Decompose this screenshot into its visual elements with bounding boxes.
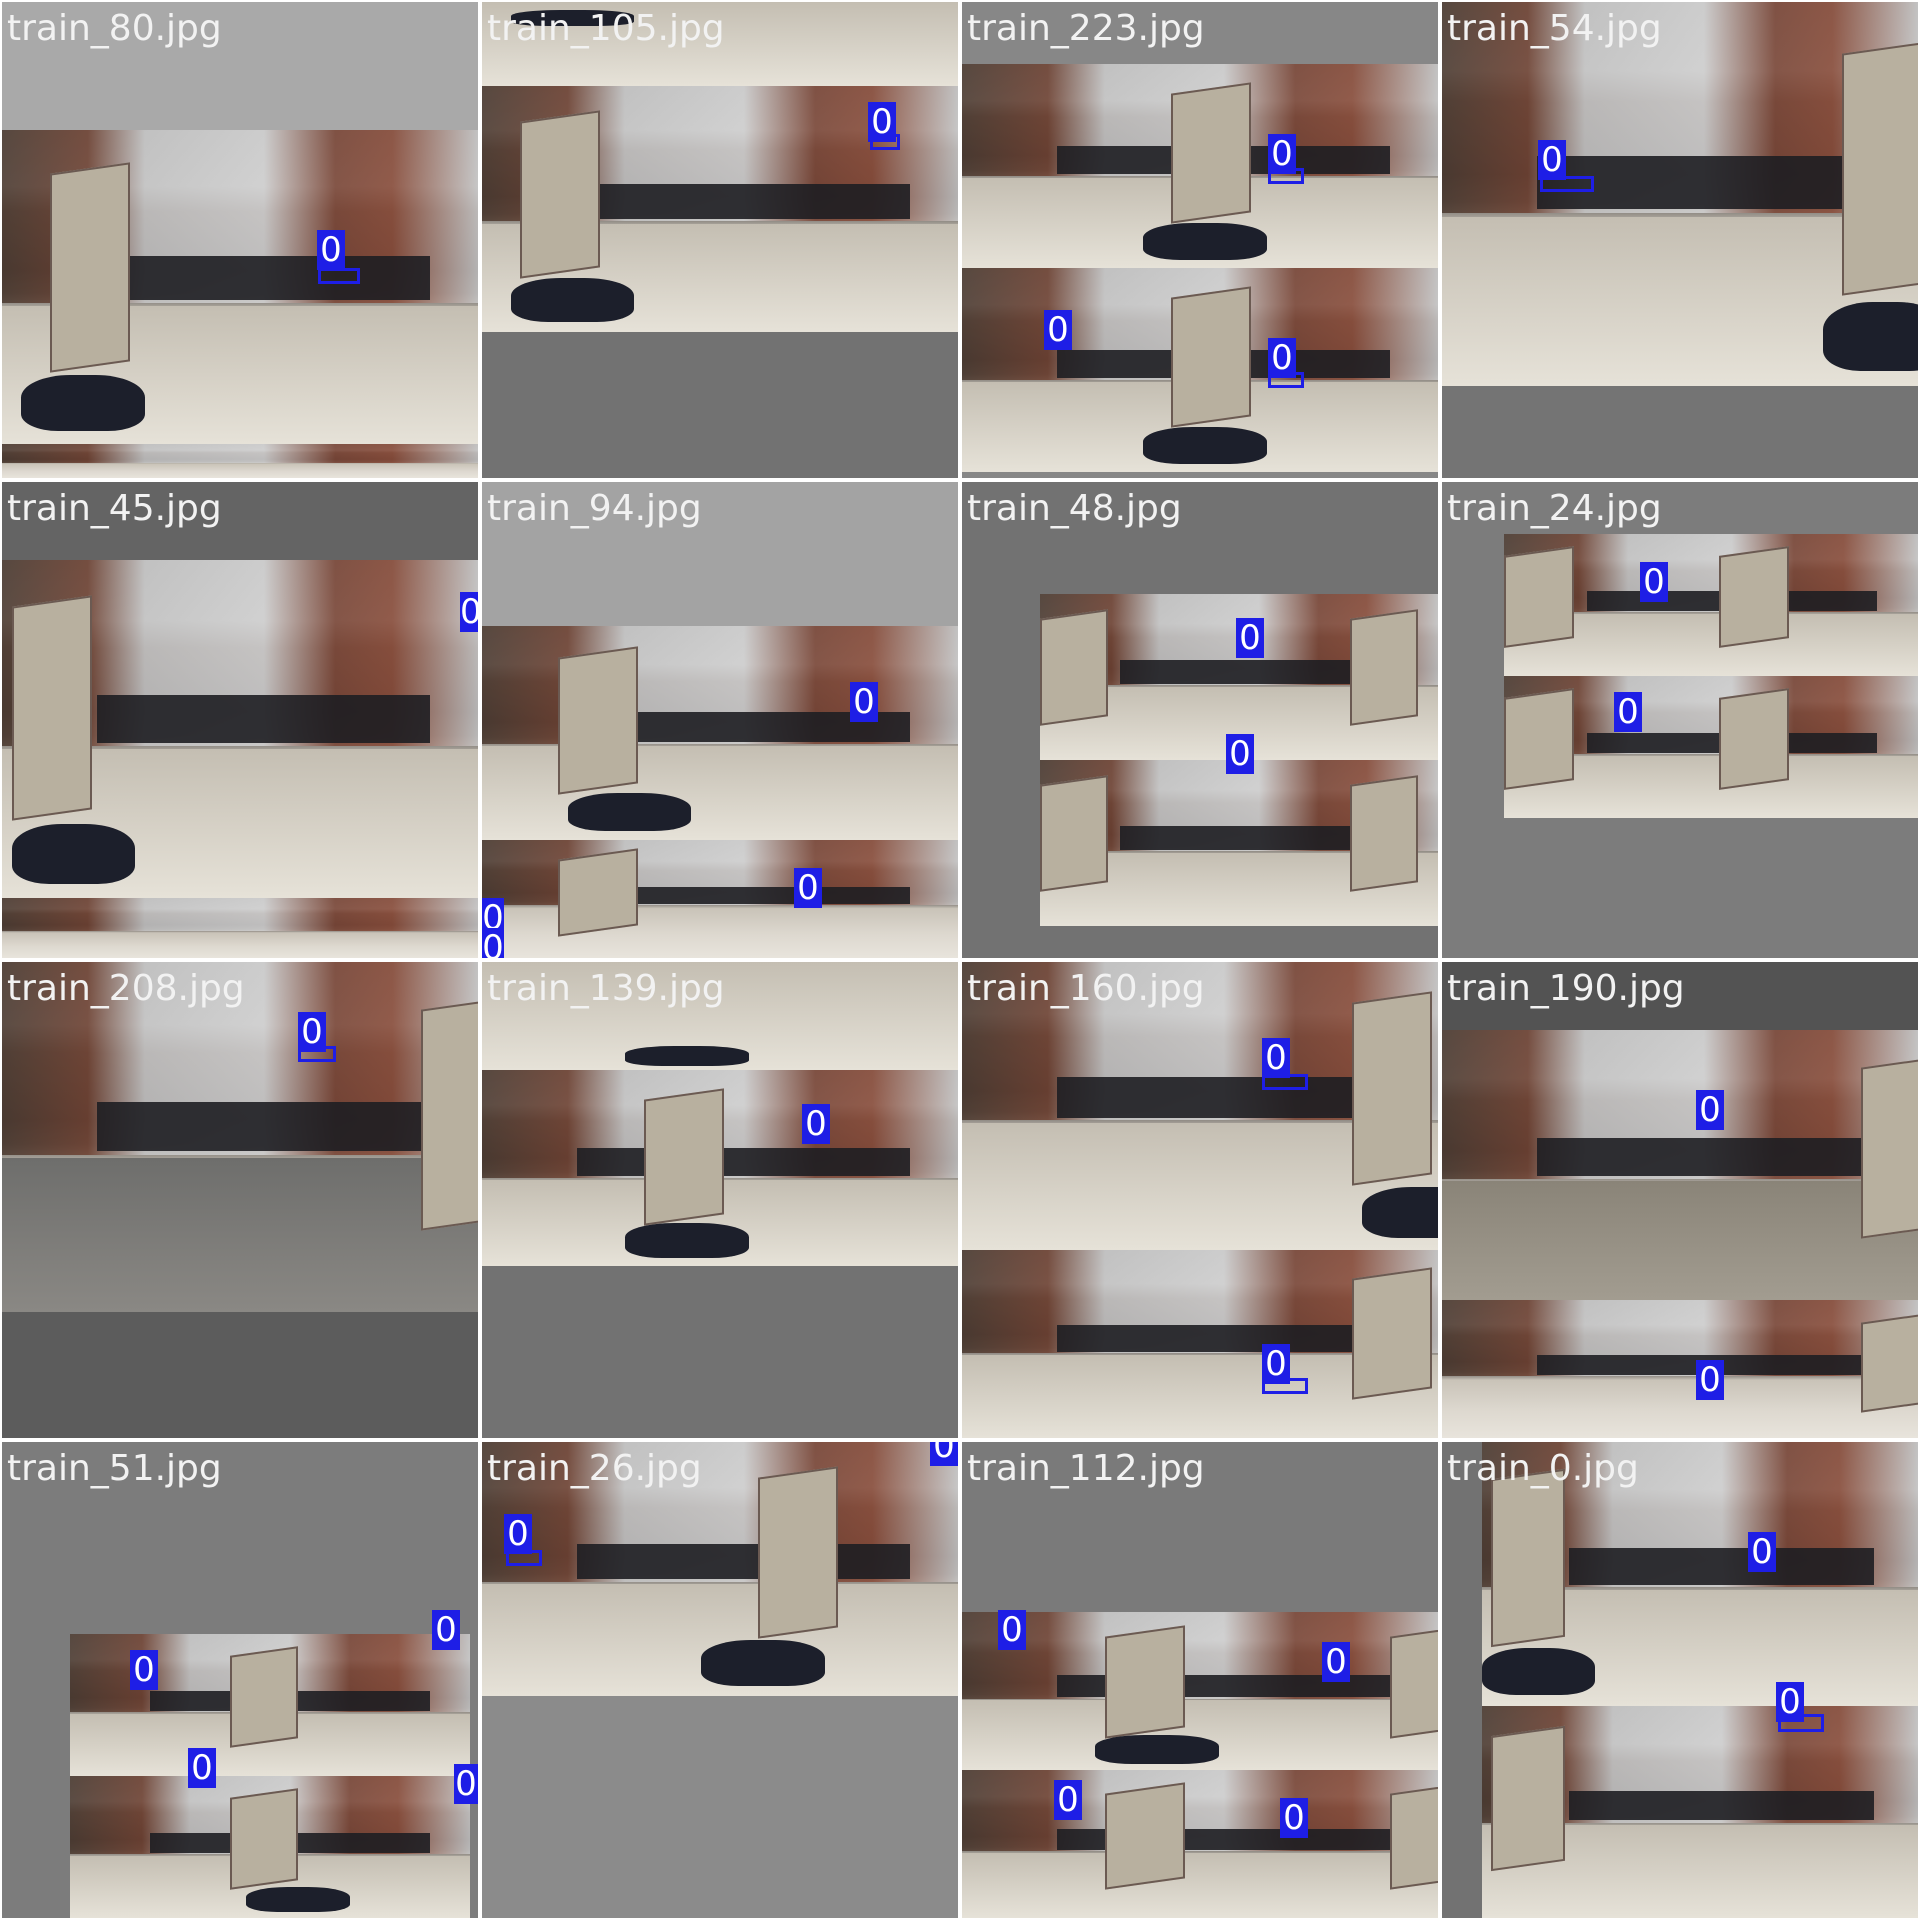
photo [1482,1706,1918,1918]
tile-title: train_48.jpg [967,488,1182,529]
tile-train-139: 0 train_139.jpg [482,962,958,1438]
tile-train-208: 0 train_208.jpg [2,962,478,1438]
photo [2,130,478,444]
photo [482,1070,958,1266]
class-label: 0 [802,1104,830,1144]
photo [962,64,1438,268]
class-label: 0 [1236,618,1264,658]
photo [1504,534,1918,676]
photo [962,1770,1438,1918]
photo [962,268,1438,472]
photo [482,840,958,958]
tile-train-160: 0 0 train_160.jpg [962,962,1438,1438]
tile-train-80: 0 train_80.jpg [2,2,478,478]
tile-title: train_45.jpg [7,488,222,529]
photo [962,1612,1438,1770]
class-label: 0 [1640,562,1668,602]
class-label: 0 [298,1012,326,1052]
tile-train-54: 0 train_54.jpg [1442,2,1918,478]
photo [1040,760,1438,926]
class-label: 0 [1614,692,1642,732]
tile-train-105: 0 train_105.jpg [482,2,958,478]
tile-title: train_223.jpg [967,8,1205,49]
class-label: 0 [1696,1090,1724,1130]
tile-title: train_208.jpg [7,968,245,1009]
class-label: 0 [1280,1798,1308,1838]
photo [2,560,478,898]
tile-title: train_112.jpg [967,1448,1205,1489]
photo [2,962,478,1312]
photo [1442,1300,1918,1438]
tile-train-112: 0 0 0 0 train_112.jpg [962,1442,1438,1918]
tile-train-51: 0 0 0 0 train_51.jpg [2,1442,478,1918]
tile-title: train_160.jpg [967,968,1205,1009]
mosaic-grid: 0 train_80.jpg 0 train_105.jpg 0 0 0 tra… [0,0,1920,1920]
class-label: 0 [998,1610,1026,1650]
tile-train-94: 0 0 0 0 train_94.jpg [482,482,958,958]
class-label: 0 [1226,734,1254,774]
class-label: 0 [504,1514,532,1554]
photo [1504,676,1918,818]
class-label: 0 [1262,1038,1290,1078]
tile-train-48: 0 0 train_48.jpg [962,482,1438,958]
tile-title: train_0.jpg [1447,1448,1639,1489]
tile-title: train_190.jpg [1447,968,1685,1009]
class-label: 0 [868,102,896,142]
class-label: 0 [1776,1682,1804,1722]
class-label: 0 [1044,310,1072,350]
photo [962,1250,1438,1438]
class-label: 0 [930,1442,958,1466]
tile-title: train_54.jpg [1447,8,1662,49]
tile-train-45: 0 train_45.jpg [2,482,478,958]
photo [1442,2,1918,386]
class-label: 0 [317,230,345,270]
class-label: 0 [1748,1532,1776,1572]
class-label: 0 [130,1650,158,1690]
class-label: 0 [482,928,504,958]
tile-title: train_139.jpg [487,968,725,1009]
tile-title: train_80.jpg [7,8,222,49]
tile-train-26: 0 0 train_26.jpg [482,1442,958,1918]
class-label: 0 [454,1764,478,1804]
bounding-box [318,268,360,284]
photo [1442,1030,1918,1300]
photo [70,1776,470,1918]
tile-train-24: 0 0 train_24.jpg [1442,482,1918,958]
class-label: 0 [1322,1642,1350,1682]
tile-train-223: 0 0 0 train_223.jpg [962,2,1438,478]
tile-title: train_24.jpg [1447,488,1662,529]
class-label: 0 [188,1748,216,1788]
tile-title: train_105.jpg [487,8,725,49]
tile-title: train_26.jpg [487,1448,702,1489]
class-label: 0 [432,1610,460,1650]
class-label: 0 [850,682,878,722]
class-label: 0 [1054,1780,1082,1820]
class-label: 0 [1262,1344,1290,1384]
photo [482,626,958,840]
tile-train-190: 0 0 train_190.jpg [1442,962,1918,1438]
tile-title: train_51.jpg [7,1448,222,1489]
photo [2,444,478,478]
class-label: 0 [460,592,478,632]
class-label: 0 [1268,338,1296,378]
class-label: 0 [1538,140,1566,180]
class-label: 0 [794,868,822,908]
photo [2,898,478,958]
class-label: 0 [1696,1360,1724,1400]
tile-train-0: 0 0 train_0.jpg [1442,1442,1918,1918]
tile-title: train_94.jpg [487,488,702,529]
class-label: 0 [1268,134,1296,174]
